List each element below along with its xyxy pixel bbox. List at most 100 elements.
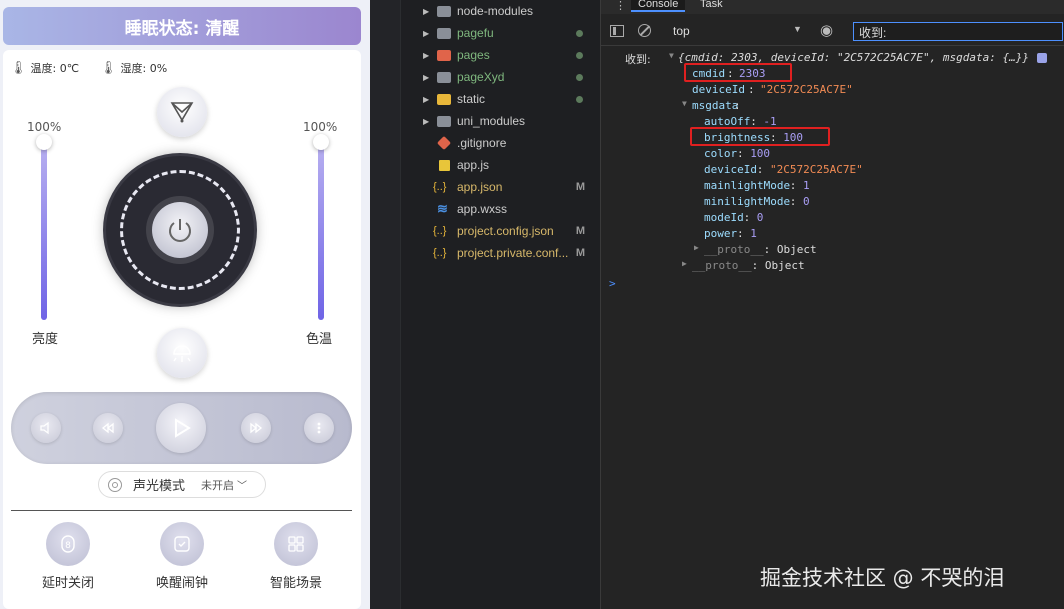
field-colon: : bbox=[789, 179, 797, 192]
file-name: project.private.conf... bbox=[457, 246, 569, 260]
file-name: node-modules bbox=[457, 4, 534, 18]
next-button[interactable] bbox=[241, 413, 271, 443]
field-key: modeId bbox=[704, 211, 744, 224]
expand-arrow-icon[interactable]: ▶ bbox=[423, 117, 429, 126]
field-colon: : bbox=[743, 211, 751, 224]
brightness-slider[interactable] bbox=[41, 142, 47, 320]
json-file-icon: {..} bbox=[433, 181, 447, 193]
night-light-button[interactable] bbox=[157, 328, 207, 378]
console-output: 收到: ▼ {cmdid: 2303, deviceId: "2C572C25A… bbox=[601, 48, 1064, 290]
kebab-menu-icon[interactable]: ⋮ bbox=[615, 0, 626, 12]
speaker-icon bbox=[40, 421, 49, 435]
folder-icon bbox=[437, 27, 451, 39]
colortemp-slider[interactable] bbox=[318, 142, 324, 320]
play-icon bbox=[175, 418, 191, 438]
file-tree-item[interactable]: ▶ pages bbox=[401, 44, 599, 66]
brightness-slider-handle[interactable] bbox=[36, 134, 52, 150]
filter-input[interactable]: 收到: bbox=[853, 22, 1063, 41]
file-tree-item[interactable]: {..} project.private.conf... M bbox=[401, 242, 599, 264]
file-tree-item[interactable]: ≋ app.wxss bbox=[401, 198, 599, 220]
file-name: pages bbox=[457, 48, 490, 62]
field-value: 0 bbox=[803, 195, 810, 208]
msgdata-key: msgdata bbox=[692, 99, 739, 112]
clear-console-icon[interactable] bbox=[638, 24, 651, 37]
tab-task[interactable]: Task bbox=[700, 0, 723, 10]
modified-badge: M bbox=[575, 181, 585, 193]
power-button[interactable] bbox=[152, 202, 208, 258]
expand-arrow-icon[interactable]: ▶ bbox=[423, 29, 429, 38]
brightness-percent: 100% bbox=[27, 120, 62, 134]
field-key: color bbox=[704, 147, 738, 160]
field-key: power bbox=[704, 227, 738, 240]
msgdata-expand-icon[interactable]: ▼ bbox=[682, 99, 687, 108]
fast-forward-icon bbox=[250, 422, 263, 434]
file-tree-item[interactable]: {..} project.config.json M bbox=[401, 220, 599, 242]
console-toolbar: top ▼ ◉ 收到: bbox=[601, 18, 1064, 46]
proto-expand-icon[interactable]: ▶ bbox=[694, 243, 699, 252]
folder-icon bbox=[437, 49, 451, 61]
file-name: uni_modules bbox=[457, 114, 526, 128]
simulator-edge bbox=[370, 0, 400, 609]
js-file-icon bbox=[439, 159, 450, 171]
deviceid-key: deviceId bbox=[692, 83, 745, 96]
expand-arrow-icon[interactable]: ▼ bbox=[669, 51, 674, 60]
wake-alarm-label: 唤醒闹钟 bbox=[155, 576, 208, 591]
watermark: 掘金技术社区 @ 不哭的泪 bbox=[760, 566, 1005, 590]
previous-button[interactable] bbox=[93, 413, 123, 443]
file-tree-item[interactable]: ▶ node-modules bbox=[401, 0, 599, 22]
mode-value: 未开启 bbox=[201, 478, 235, 492]
expand-arrow-icon[interactable]: ▶ bbox=[423, 51, 429, 60]
wake-alarm-item[interactable]: 唤醒闹钟 bbox=[142, 522, 222, 591]
status-dot-icon bbox=[576, 51, 583, 59]
file-tree-item[interactable]: .gitignore bbox=[401, 132, 599, 154]
field-value: 1 bbox=[750, 227, 757, 240]
brightness-label: 亮度 bbox=[32, 332, 59, 347]
console-prompt[interactable]: > bbox=[609, 277, 616, 290]
file-tree-item[interactable]: ▶ pageXyd bbox=[401, 66, 599, 88]
file-name: pagefu bbox=[457, 26, 494, 40]
play-button[interactable] bbox=[156, 403, 206, 453]
field-key: minilightMode bbox=[704, 195, 791, 208]
smart-scene-label: 智能场景 bbox=[269, 576, 322, 591]
more-button[interactable] bbox=[304, 413, 334, 443]
brightness-highlight-box bbox=[690, 127, 830, 146]
volume-button[interactable] bbox=[31, 413, 61, 443]
file-tree-item[interactable]: {..} app.json M bbox=[401, 176, 599, 198]
rewind-icon bbox=[101, 422, 114, 434]
sound-light-mode-selector[interactable]: 声光模式 未开启 ﹀ bbox=[98, 471, 266, 498]
smart-scene-item[interactable]: 智能场景 bbox=[256, 522, 336, 591]
field-colon: : bbox=[737, 147, 744, 160]
file-tree-item[interactable]: app.js bbox=[401, 154, 599, 176]
power-dial[interactable] bbox=[106, 156, 254, 304]
file-name: app.json bbox=[457, 180, 503, 194]
file-tree-item[interactable]: ▶ static bbox=[401, 88, 599, 110]
delay-off-item[interactable]: 8 延时关闭 bbox=[28, 522, 108, 591]
info-badge-icon bbox=[1037, 53, 1047, 63]
expand-arrow-icon[interactable]: ▶ bbox=[423, 95, 429, 104]
sleep-status-title: 睡眠状态: 清醒 bbox=[3, 7, 361, 45]
humidity-text: 湿度: 0% bbox=[120, 62, 168, 75]
proto-outer: __proto__: Object bbox=[692, 259, 805, 272]
status-dot-icon bbox=[576, 95, 583, 103]
file-tree-item[interactable]: ▶ pagefu bbox=[401, 22, 599, 44]
proto-outer-expand-icon[interactable]: ▶ bbox=[682, 259, 687, 268]
expand-arrow-icon[interactable]: ▶ bbox=[423, 73, 429, 82]
tab-console[interactable]: Console bbox=[631, 0, 686, 12]
field-colon: : bbox=[737, 227, 744, 240]
humidity-readout: 🌡 湿度: 0% bbox=[100, 60, 167, 76]
deviceid-value: "2C572C25AC7E" bbox=[760, 83, 853, 96]
status-dot-icon bbox=[576, 29, 583, 37]
file-tree-item[interactable]: ▶ uni_modules bbox=[401, 110, 599, 132]
file-name: app.js bbox=[457, 158, 490, 172]
expand-arrow-icon[interactable]: ▶ bbox=[423, 7, 429, 16]
css-file-icon: ≋ bbox=[437, 201, 448, 216]
dropdown-arrow-icon[interactable]: ▼ bbox=[793, 24, 802, 34]
colortemp-slider-handle[interactable] bbox=[313, 134, 329, 150]
eye-icon[interactable]: ◉ bbox=[820, 21, 833, 39]
sidebar-toggle-icon[interactable] bbox=[610, 25, 624, 37]
field-value: 100 bbox=[750, 147, 771, 160]
sleep-mode-button[interactable] bbox=[157, 87, 207, 137]
context-select[interactable]: top bbox=[673, 24, 690, 38]
status-dot-icon bbox=[576, 73, 583, 81]
field-key: deviceId bbox=[704, 163, 757, 176]
